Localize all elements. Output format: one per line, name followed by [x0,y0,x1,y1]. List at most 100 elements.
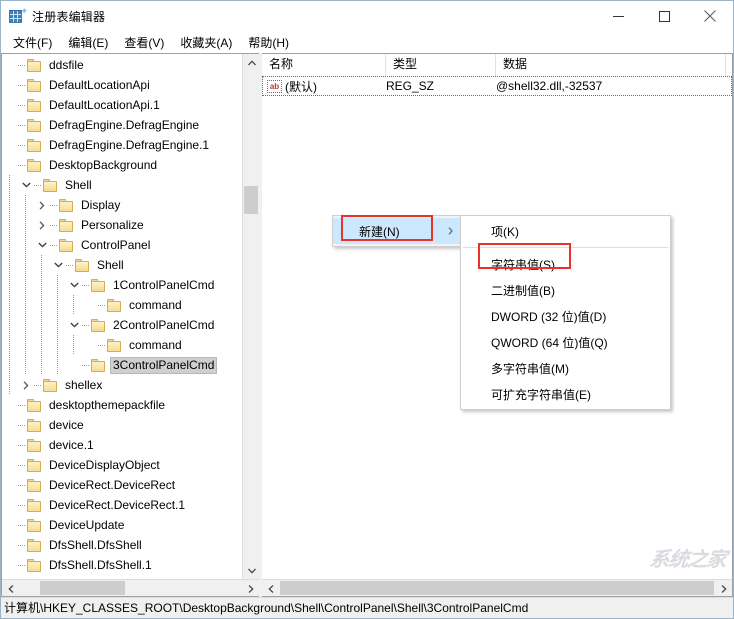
tree-node[interactable]: shellex [2,375,242,395]
column-header[interactable]: 数据 [496,54,726,76]
scroll-right-icon[interactable] [715,580,732,596]
window-title: 注册表编辑器 [32,9,106,24]
chevron-right-icon[interactable] [34,195,50,215]
context-menu[interactable]: 新建(N) [332,215,462,247]
context-menu-item-label: 新建(N) [359,224,400,239]
folder-icon [27,438,42,452]
chevron-right-icon[interactable] [18,375,34,395]
chevron-right-icon[interactable] [34,215,50,235]
tree-node[interactable]: Personalize [2,215,242,235]
folder-icon [107,338,122,352]
tree-node[interactable]: ControlPanel [2,235,242,255]
tree-hscroll-thumb[interactable] [40,581,125,595]
submenu-item[interactable]: QWORD (64 位)值(Q) [461,329,670,355]
tree-node[interactable]: 2ControlPanelCmd [2,315,242,335]
chevron-down-icon[interactable] [34,235,50,255]
tree-node[interactable]: device [2,415,242,435]
folder-icon [27,518,42,532]
folder-icon [27,118,42,132]
tree-node-label: Personalize [81,217,144,232]
scroll-up-icon[interactable] [243,54,259,71]
tree-node[interactable]: DeviceUpdate [2,515,242,535]
chevron-down-icon[interactable] [18,175,34,195]
tree-node[interactable]: DfsShell.DfsShell [2,535,242,555]
tree-node-label: DefaultLocationApi.1 [49,97,160,112]
tree-node-label: DeviceRect.DeviceRect.1 [49,497,186,512]
submenu-item[interactable]: 二进制值(B) [461,277,670,303]
menu-edit[interactable]: 编辑(E) [60,32,116,54]
folder-icon [27,478,42,492]
tree-node[interactable]: 3ControlPanelCmd [2,355,242,375]
folder-icon [27,458,42,472]
tree-node[interactable]: DeviceRect.DeviceRect.1 [2,495,242,515]
menu-favorites[interactable]: 收藏夹(A) [172,32,240,54]
tree-node[interactable]: 1ControlPanelCmd [2,275,242,295]
tree-node[interactable]: DefragEngine.DefragEngine.1 [2,135,242,155]
tree-node-label: 3ControlPanelCmd [110,356,218,374]
menu-file[interactable]: 文件(F) [5,32,60,54]
tree-node[interactable]: Display [2,195,242,215]
submenu-item[interactable]: 多字符串值(M) [461,355,670,381]
folder-icon [27,398,42,412]
submenu-item-label: DWORD (32 位)值(D) [491,309,607,324]
scroll-down-icon[interactable] [243,562,259,579]
menu-view[interactable]: 查看(V) [116,32,172,54]
registry-tree-pane: ddsfile DefaultLocationApi DefaultLocation… [1,53,259,597]
minimize-icon[interactable] [595,1,641,31]
tree-node-label: DfsShell.DfsShell.1 [49,557,152,572]
maximize-icon[interactable] [641,1,687,31]
tree-horizontal-scrollbar[interactable] [2,579,259,596]
tree-scroll-thumb[interactable] [244,186,258,214]
table-row[interactable]: ab (默认) REG_SZ @shell32.dll,-32537 [262,76,732,96]
menu-bar: 文件(F) 编辑(E) 查看(V) 收藏夹(A) 帮助(H) [1,32,733,54]
values-horizontal-scrollbar[interactable] [262,579,732,596]
tree-node[interactable]: Shell [2,175,242,195]
tree-node[interactable]: DfsShell.DfsShell.1 [2,555,242,575]
tree-node-label: shellex [65,377,103,392]
title-bar: ✦ 注册表编辑器 [1,1,733,32]
submenu-item[interactable]: 字符串值(S) [461,251,670,277]
context-menu-item-new[interactable]: 新建(N) [333,218,461,244]
column-header[interactable]: 类型 [386,54,496,76]
close-icon[interactable] [687,1,733,31]
submenu-item[interactable]: DWORD (32 位)值(D) [461,303,670,329]
ab-string-icon: ab [267,79,282,93]
tree-node[interactable]: DefaultLocationApi [2,75,242,95]
menu-separator [463,247,668,248]
chevron-down-icon[interactable] [50,255,66,275]
tree-node[interactable]: Shell [2,255,242,275]
tree-node-label: command [129,337,182,352]
submenu-item-label: 二进制值(B) [491,283,555,298]
tree-node-label: DeviceRect.DeviceRect [49,477,176,492]
tree-node[interactable]: command [2,295,242,315]
folder-icon [75,258,90,272]
folder-icon [59,198,74,212]
menu-help[interactable]: 帮助(H) [240,32,297,54]
tree-node[interactable]: DeviceDisplayObject [2,455,242,475]
values-hscroll-thumb[interactable] [280,581,714,595]
column-header[interactable]: 名称 [262,54,386,76]
new-submenu[interactable]: 项(K) 字符串值(S) 二进制值(B) DWORD (32 位)值(D) QWORD … [460,215,671,410]
folder-icon [91,358,106,372]
tree-node[interactable]: device.1 [2,435,242,455]
submenu-item-label: 字符串值(S) [491,257,555,272]
submenu-item[interactable]: 项(K) [461,218,670,244]
chevron-down-icon[interactable] [66,315,82,335]
tree-vertical-scrollbar[interactable] [242,54,259,579]
scroll-right-icon[interactable] [242,580,259,596]
tree-node[interactable]: DefragEngine.DefragEngine [2,115,242,135]
registry-tree[interactable]: ddsfile DefaultLocationApi DefaultLocation… [2,54,242,579]
tree-node[interactable]: desktopthemepackfile [2,395,242,415]
tree-node-label: DeviceUpdate [49,517,125,532]
tree-node[interactable]: ddsfile [2,55,242,75]
folder-icon [91,278,106,292]
tree-node[interactable]: command [2,335,242,355]
tree-node[interactable]: DeviceRect.DeviceRect [2,475,242,495]
chevron-down-icon[interactable] [66,275,82,295]
tree-node[interactable]: DefaultLocationApi.1 [2,95,242,115]
tree-node[interactable]: DesktopBackground [2,155,242,175]
scroll-left-icon[interactable] [262,580,279,596]
submenu-item[interactable]: 可扩充字符串值(E) [461,381,670,407]
folder-icon [27,498,42,512]
scroll-left-icon[interactable] [2,580,19,596]
